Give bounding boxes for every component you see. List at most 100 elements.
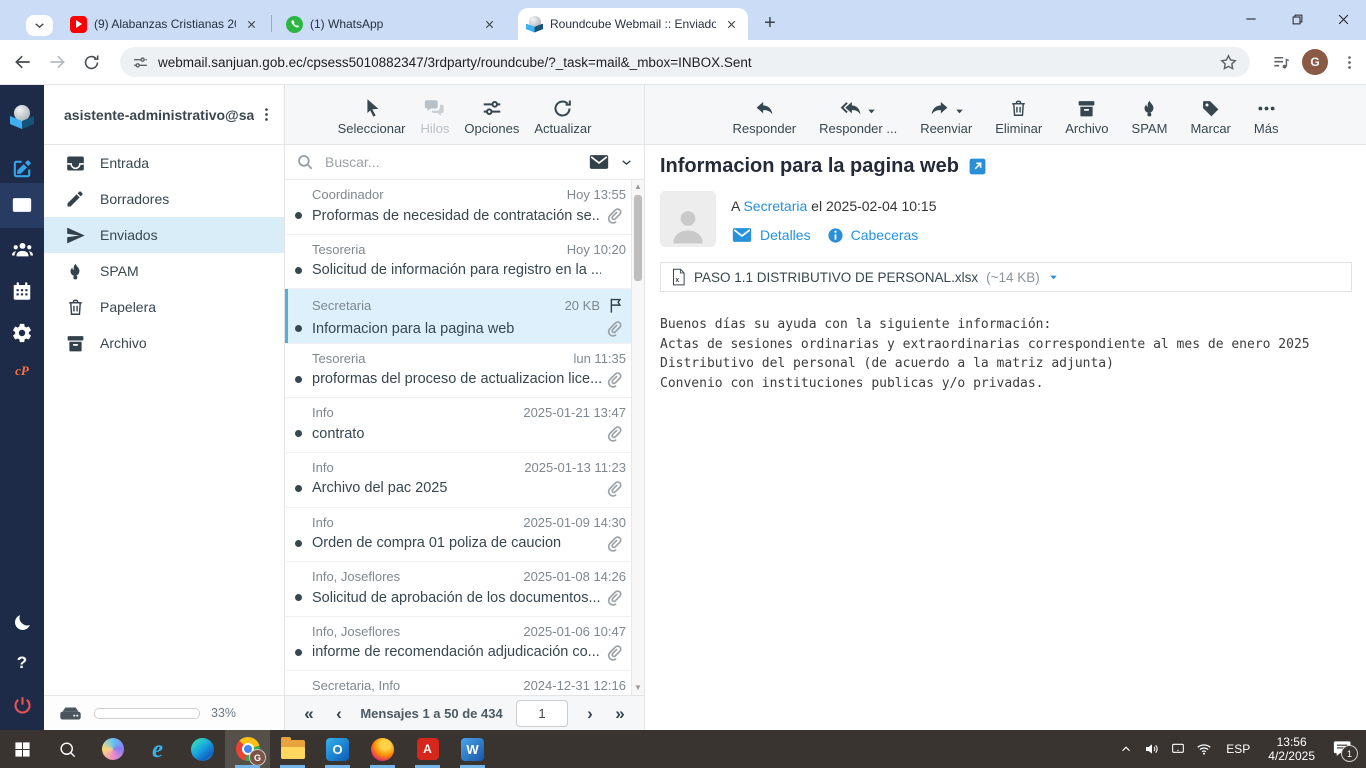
browser-tab-youtube[interactable]: (9) Alabanzas Cristianas 2025 🙏 bbox=[62, 8, 268, 40]
list-toolbar-button[interactable]: Opciones bbox=[461, 94, 522, 136]
attachment-bar[interactable]: x PASO 1.1 DISTRIBUTIVO DE PERSONAL.xlsx… bbox=[660, 262, 1352, 292]
details-link[interactable]: Detalles bbox=[760, 227, 811, 243]
tab-search-button[interactable] bbox=[26, 15, 53, 36]
message-row[interactable]: Secretaria, Info 2024-12-31 12:16 bbox=[285, 671, 631, 695]
folder-item[interactable]: Entrada bbox=[44, 145, 284, 181]
firefox-taskbar-icon[interactable] bbox=[360, 730, 405, 768]
message-row[interactable]: Tesoreria lun 11:35 proformas del proces… bbox=[285, 344, 631, 399]
close-tab-icon[interactable] bbox=[723, 16, 740, 33]
attachment-caret-icon[interactable] bbox=[1048, 272, 1059, 283]
tray-chevron-up-icon[interactable] bbox=[1113, 742, 1139, 756]
chrome-taskbar-icon[interactable]: G bbox=[225, 730, 270, 768]
message-row[interactable]: Secretaria 20 KB Informacion para la pag… bbox=[285, 289, 631, 344]
search-scope-mail-icon[interactable] bbox=[588, 151, 610, 173]
folder-item[interactable]: Archivo bbox=[44, 325, 284, 361]
address-bar[interactable]: webmail.sanjuan.gob.ec/cpsess5010882347/… bbox=[120, 47, 1250, 77]
list-toolbar-button[interactable]: Hilos bbox=[418, 94, 453, 136]
edge-taskbar-icon[interactable] bbox=[180, 730, 225, 768]
help-icon[interactable]: ? bbox=[0, 643, 44, 683]
browser-tab-whatsapp[interactable]: (1) WhatsApp bbox=[278, 8, 506, 40]
previous-page-button[interactable]: ‹ bbox=[325, 705, 353, 722]
close-tab-icon[interactable] bbox=[481, 16, 498, 33]
search-options-chevron-icon[interactable] bbox=[620, 156, 633, 169]
contacts-icon[interactable] bbox=[0, 230, 44, 270]
restore-window-icon[interactable] bbox=[1274, 0, 1320, 38]
internet-explorer-taskbar-icon[interactable]: e bbox=[135, 730, 180, 768]
browser-tab-strip: (9) Alabanzas Cristianas 2025 🙏 (1) What… bbox=[0, 0, 1366, 40]
folder-item[interactable]: SPAM bbox=[44, 253, 284, 289]
folder-item[interactable]: Borradores bbox=[44, 181, 284, 217]
reload-icon[interactable] bbox=[74, 45, 108, 79]
profile-avatar[interactable]: G bbox=[1302, 49, 1328, 75]
message-toolbar-button[interactable]: Reenviar bbox=[917, 94, 975, 136]
paperclip-icon bbox=[605, 642, 626, 663]
site-settings-icon[interactable] bbox=[132, 54, 149, 71]
logout-power-icon[interactable] bbox=[0, 685, 44, 725]
paperclip-icon bbox=[605, 587, 626, 608]
taskbar-clock[interactable]: 13:56 4/2/2025 bbox=[1268, 735, 1315, 763]
settings-gear-icon[interactable] bbox=[0, 313, 44, 353]
message-row[interactable]: Info 2025-01-21 13:47 contrato bbox=[285, 398, 631, 453]
tab-separator bbox=[271, 15, 272, 32]
message-toolbar-button[interactable]: Archivo bbox=[1062, 94, 1111, 136]
outlook-taskbar-icon[interactable]: O bbox=[315, 730, 360, 768]
message-row[interactable]: Coordinador Hoy 13:55 Proformas de neces… bbox=[285, 180, 631, 235]
scrollbar-up-icon[interactable]: ▲ bbox=[632, 182, 644, 192]
folder-item[interactable]: Papelera bbox=[44, 289, 284, 325]
account-menu-icon[interactable] bbox=[254, 106, 278, 123]
list-toolbar-button[interactable]: Seleccionar bbox=[335, 94, 409, 136]
message-row[interactable]: Info, Joseflores 2025-01-06 10:47 inform… bbox=[285, 617, 631, 672]
close-tab-icon[interactable] bbox=[243, 16, 260, 33]
compose-icon[interactable] bbox=[0, 148, 44, 188]
search-input[interactable] bbox=[323, 153, 588, 171]
back-icon[interactable] bbox=[6, 45, 40, 79]
acrobat-taskbar-icon[interactable]: A bbox=[405, 730, 450, 768]
mail-icon[interactable] bbox=[0, 185, 44, 225]
browser-tab-roundcube[interactable]: Roundcube Webmail :: Enviados bbox=[518, 8, 748, 40]
file-explorer-taskbar-icon[interactable] bbox=[270, 730, 315, 768]
scrollbar-thumb[interactable] bbox=[634, 195, 642, 281]
message-toolbar-button[interactable]: Eliminar bbox=[992, 94, 1045, 136]
next-page-button[interactable]: › bbox=[576, 705, 604, 722]
word-taskbar-icon[interactable]: W bbox=[450, 730, 495, 768]
media-controls-icon[interactable] bbox=[1264, 53, 1298, 72]
first-page-button[interactable]: « bbox=[295, 705, 323, 722]
cpanel-icon[interactable]: cP bbox=[0, 351, 44, 391]
list-toolbar-button[interactable]: Actualizar bbox=[531, 94, 594, 136]
new-tab-button[interactable]: + bbox=[757, 10, 783, 36]
message-toolbar-button[interactable]: Marcar bbox=[1187, 94, 1233, 136]
wifi-icon[interactable] bbox=[1191, 741, 1217, 757]
list-scrollbar[interactable]: ▲ ▼ bbox=[631, 180, 644, 695]
dark-mode-moon-icon[interactable] bbox=[0, 602, 44, 642]
tablet-workspace-icon[interactable] bbox=[1165, 741, 1191, 757]
scrollbar-down-icon[interactable]: ▼ bbox=[632, 683, 644, 693]
headers-link[interactable]: Cabeceras bbox=[851, 227, 919, 243]
message-row[interactable]: Info 2025-01-09 14:30 Orden de compra 01… bbox=[285, 508, 631, 563]
message-row[interactable]: Tesoreria Hoy 10:20 Solicitud de informa… bbox=[285, 235, 631, 290]
message-toolbar-button[interactable]: Responder bbox=[730, 94, 800, 136]
message-row[interactable]: Info, Joseflores 2025-01-08 14:26 Solici… bbox=[285, 562, 631, 617]
bookmark-star-icon[interactable] bbox=[1219, 53, 1238, 72]
message-row[interactable]: Info 2025-01-13 11:23 Archivo del pac 20… bbox=[285, 453, 631, 508]
forward-icon[interactable] bbox=[40, 45, 74, 79]
dropdown-caret-icon[interactable] bbox=[954, 106, 965, 117]
dropdown-caret-icon[interactable] bbox=[866, 106, 877, 117]
message-toolbar-button[interactable]: Responder ... bbox=[816, 94, 900, 136]
volume-icon[interactable] bbox=[1139, 741, 1165, 757]
folder-item[interactable]: Enviados bbox=[44, 217, 284, 253]
browser-menu-icon[interactable] bbox=[1332, 54, 1366, 71]
calendar-icon[interactable] bbox=[0, 271, 44, 311]
language-indicator[interactable]: ESP bbox=[1226, 742, 1250, 756]
close-window-icon[interactable] bbox=[1320, 0, 1366, 38]
last-page-button[interactable]: » bbox=[606, 705, 634, 722]
start-button[interactable] bbox=[0, 730, 45, 768]
page-number-input[interactable] bbox=[516, 700, 568, 727]
message-toolbar-button[interactable]: SPAM bbox=[1129, 94, 1171, 136]
taskbar-search-icon[interactable] bbox=[45, 730, 90, 768]
recipient-link[interactable]: Secretaria bbox=[743, 198, 807, 214]
open-in-new-window-icon[interactable] bbox=[968, 157, 987, 176]
notification-center-icon[interactable]: 1 bbox=[1324, 740, 1358, 758]
minimize-window-icon[interactable] bbox=[1228, 0, 1274, 38]
message-toolbar-button[interactable]: Más bbox=[1251, 94, 1282, 136]
copilot-taskbar-icon[interactable] bbox=[90, 730, 135, 768]
